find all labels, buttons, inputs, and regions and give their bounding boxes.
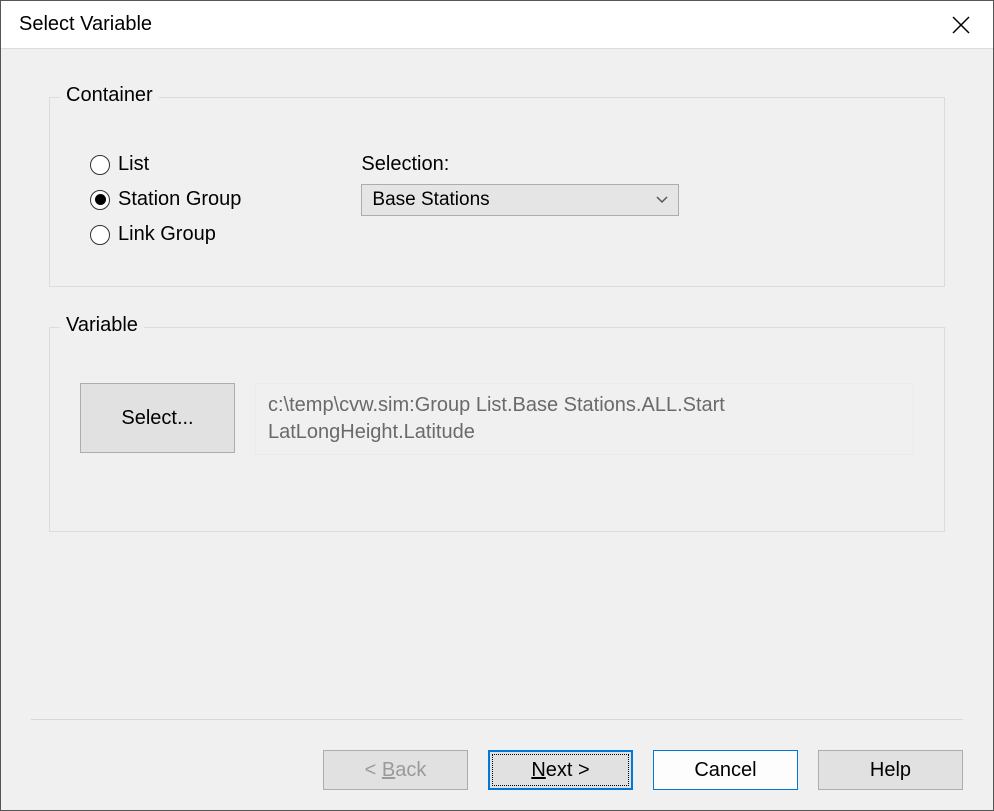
variable-path-display: c:\temp\cvw.sim:Group List.Base Stations…: [255, 383, 914, 455]
variable-legend: Variable: [60, 314, 144, 337]
radio-station-group-label: Station Group: [118, 188, 241, 211]
selection-dropdown-value: Base Stations: [372, 189, 489, 211]
cancel-button[interactable]: Cancel: [653, 750, 798, 790]
radio-link-group-label: Link Group: [118, 223, 216, 246]
back-button-label: < Back: [365, 759, 427, 782]
radio-icon: [90, 225, 110, 245]
dialog-content: Container List Station Group Link Group: [1, 49, 993, 532]
footer-separator: [31, 719, 963, 720]
close-icon: [952, 16, 970, 34]
dialog-title: Select Variable: [19, 13, 152, 36]
radio-list-label: List: [118, 153, 149, 176]
variable-row: Select... c:\temp\cvw.sim:Group List.Bas…: [80, 383, 914, 455]
select-variable-dialog: Select Variable Container List Station: [0, 0, 994, 811]
radio-link-group[interactable]: Link Group: [90, 223, 241, 246]
close-button[interactable]: [945, 9, 977, 41]
selection-dropdown[interactable]: Base Stations: [361, 184, 679, 216]
radio-icon: [90, 155, 110, 175]
radio-station-group[interactable]: Station Group: [90, 188, 241, 211]
container-content: List Station Group Link Group Selection:…: [90, 153, 904, 246]
variable-groupbox: Variable Select... c:\temp\cvw.sim:Group…: [49, 327, 945, 532]
container-groupbox: Container List Station Group Link Group: [49, 97, 945, 287]
container-legend: Container: [60, 84, 159, 107]
help-button[interactable]: Help: [818, 750, 963, 790]
titlebar: Select Variable: [1, 1, 993, 49]
selection-label: Selection:: [361, 153, 904, 176]
next-button[interactable]: Next >: [488, 750, 633, 790]
radio-list[interactable]: List: [90, 153, 241, 176]
cancel-button-label: Cancel: [694, 759, 756, 782]
wizard-button-row: < Back Next > Cancel Help: [31, 750, 963, 790]
selection-column: Selection: Base Stations: [361, 153, 904, 246]
container-radio-group: List Station Group Link Group: [90, 153, 241, 246]
radio-icon: [90, 190, 110, 210]
chevron-down-icon: [656, 196, 668, 204]
select-variable-button[interactable]: Select...: [80, 383, 235, 453]
next-button-label: Next >: [531, 759, 589, 782]
help-button-label: Help: [870, 759, 911, 782]
dialog-footer: < Back Next > Cancel Help: [31, 719, 963, 790]
back-button: < Back: [323, 750, 468, 790]
